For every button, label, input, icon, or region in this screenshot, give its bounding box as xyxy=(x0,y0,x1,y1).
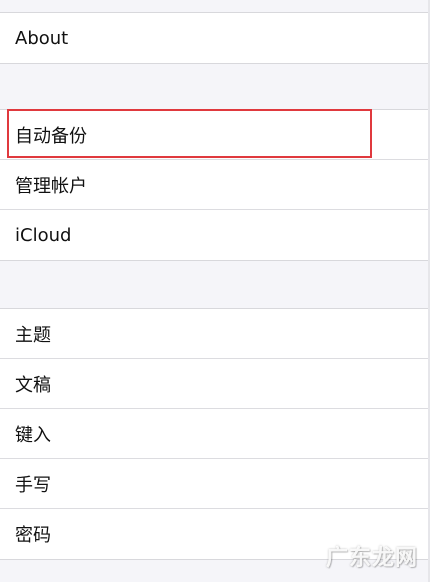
settings-row-handwriting[interactable]: 手写 xyxy=(0,459,428,509)
settings-row-auto-backup[interactable]: 自动备份 xyxy=(0,110,428,160)
settings-row-typing[interactable]: 键入 xyxy=(0,409,428,459)
settings-row-icloud[interactable]: iCloud xyxy=(0,210,428,260)
settings-row-label: About xyxy=(15,27,69,49)
settings-row-label: 管理帐户 xyxy=(15,175,87,197)
settings-row-label: 文稿 xyxy=(15,374,51,396)
settings-row-label: 密码 xyxy=(15,525,51,546)
settings-row-about[interactable]: About xyxy=(0,13,428,63)
settings-row-label: 键入 xyxy=(15,424,51,446)
settings-group-account: 自动备份 管理帐户 iCloud xyxy=(0,109,428,261)
settings-row-label: iCloud xyxy=(15,224,72,246)
settings-row-label: 手写 xyxy=(15,474,51,496)
settings-row-theme[interactable]: 主题 xyxy=(0,309,428,359)
settings-screen: About 自动备份 管理帐户 iCloud 主题 文稿 键入 手写 密码 广东… xyxy=(0,0,430,582)
settings-row-label: 自动备份 xyxy=(15,125,87,147)
settings-row-manage-accounts[interactable]: 管理帐户 xyxy=(0,160,428,210)
settings-group-preferences: 主题 文稿 键入 手写 密码 xyxy=(0,308,428,560)
settings-row-documents[interactable]: 文稿 xyxy=(0,359,428,409)
settings-row-label: 主题 xyxy=(15,324,51,346)
settings-group-about: About xyxy=(0,12,428,64)
watermark: 广东龙网 xyxy=(325,546,418,571)
